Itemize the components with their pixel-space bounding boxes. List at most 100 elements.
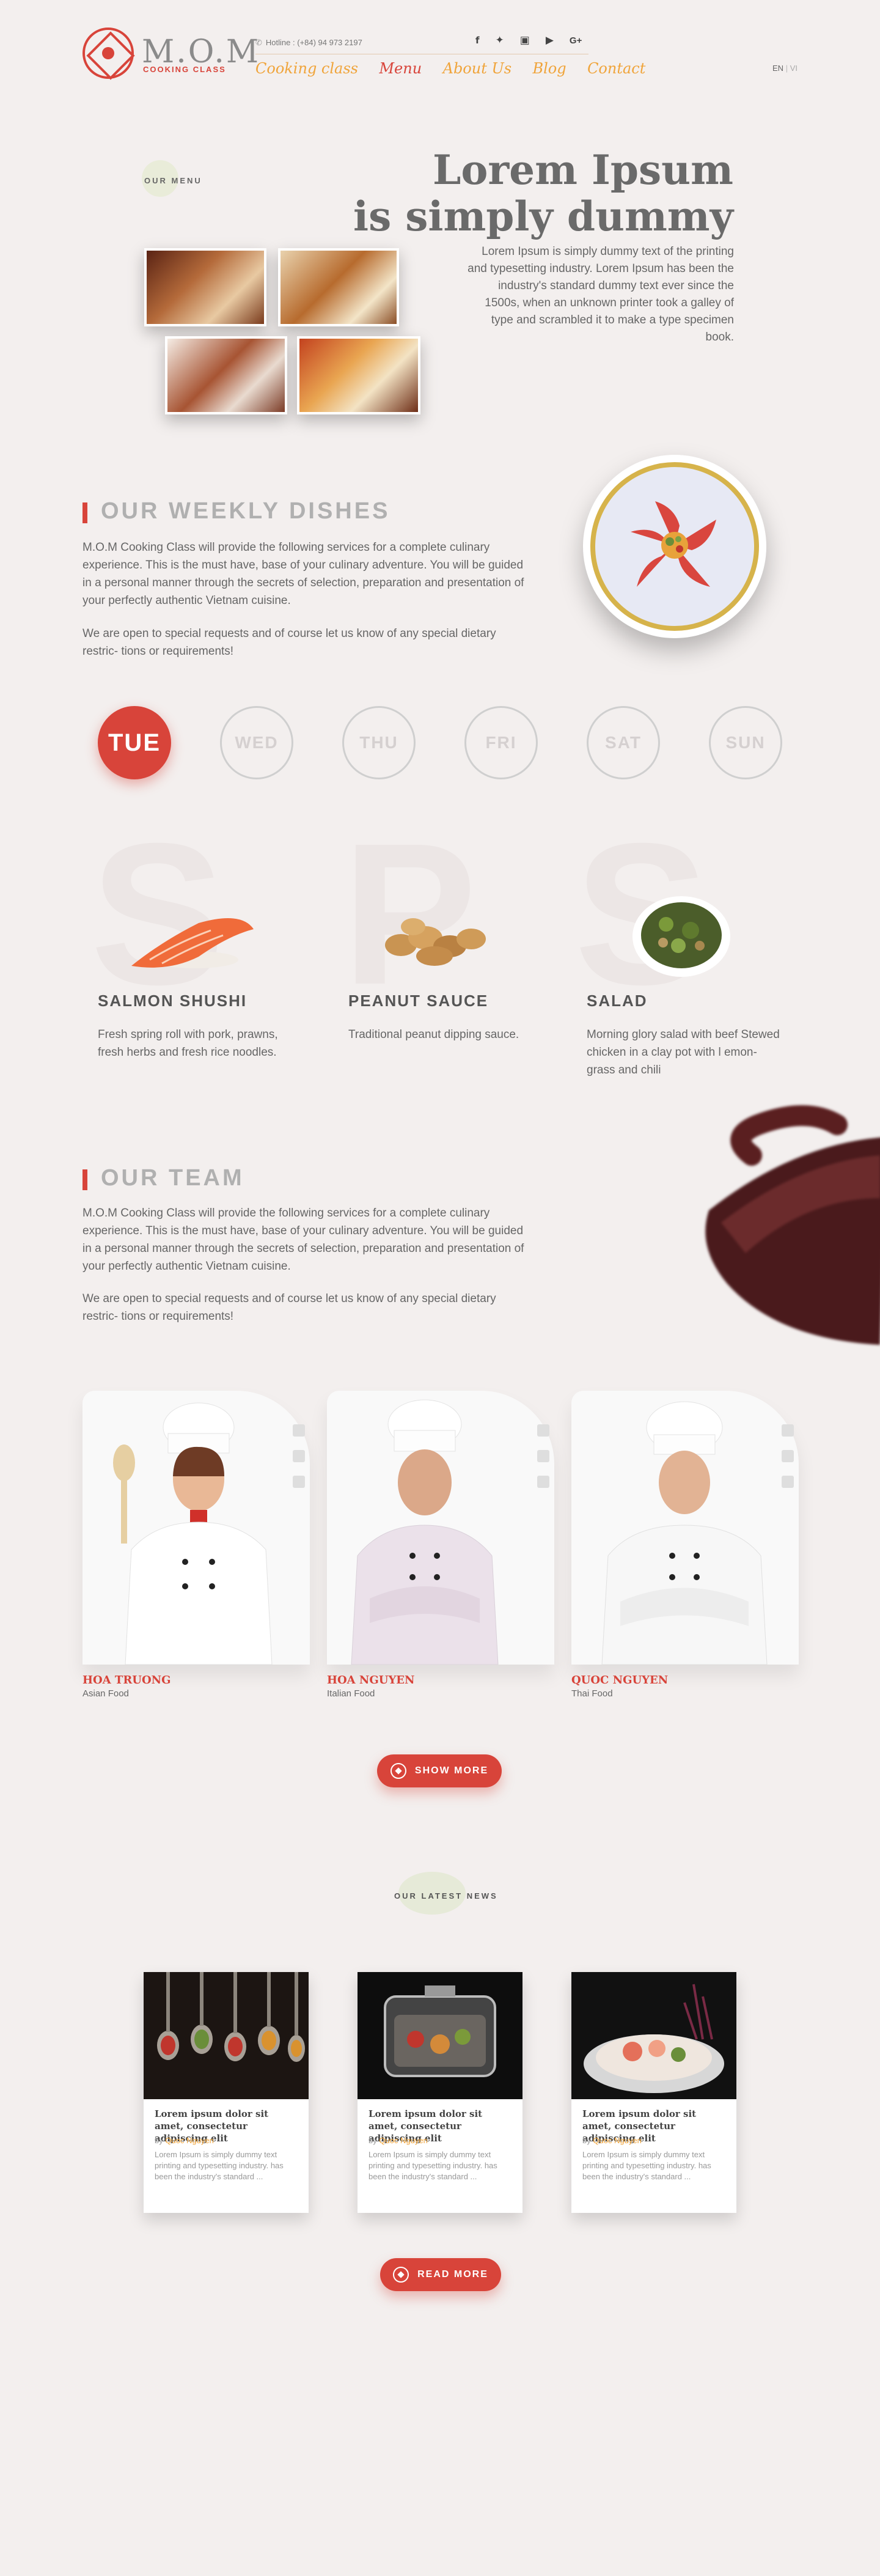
youtube-icon[interactable]: ▶	[546, 34, 554, 46]
weekly-dishes-title: OUR WEEKLY DISHES	[101, 498, 391, 524]
show-more-button[interactable]: SHOW MORE	[377, 1754, 502, 1787]
chef-3-instagram-icon[interactable]	[782, 1476, 794, 1488]
featured-dish-image	[631, 501, 716, 587]
dish-3-desc: Morning glory salad with beef Stewed chi…	[587, 1028, 780, 1076]
news-3-image	[571, 1972, 736, 2099]
news-1-byline: by Quoc Nguyen	[155, 2136, 214, 2145]
facebook-icon[interactable]: f	[475, 35, 480, 46]
news-1-excerpt: Lorem Ipsum is simply dummy text printin…	[155, 2150, 284, 2181]
chef-1-role: Asian Food	[82, 1688, 129, 1699]
google-plus-icon[interactable]: G+	[570, 35, 582, 46]
news-1-author[interactable]: Quoc Nguyen	[165, 2136, 214, 2145]
team-title: OUR TEAM	[101, 1165, 244, 1191]
nav-contact[interactable]: Contact	[587, 60, 645, 77]
menu-photo-2[interactable]	[278, 248, 399, 326]
menu-photo-1[interactable]	[144, 248, 266, 326]
dish-1-name: SALMON SHUSHI	[98, 992, 248, 1010]
chef-1-instagram-icon[interactable]	[293, 1476, 305, 1488]
chef-2-twitter-icon[interactable]	[537, 1450, 549, 1462]
chef-2-name: HOA NGUYEN	[327, 1674, 415, 1687]
chef-3-facebook-icon[interactable]	[782, 1424, 794, 1437]
nav-about-us[interactable]: About Us	[443, 60, 512, 77]
section-marker	[82, 502, 87, 523]
nav-menu[interactable]: Menu	[379, 60, 422, 77]
day-thu[interactable]: THU	[342, 706, 416, 779]
coffee-cup-decoration	[705, 1105, 880, 1345]
chef-1-photo	[113, 1402, 273, 1665]
twitter-icon[interactable]: ✦	[496, 34, 504, 46]
dish-2-desc: Traditional peanut dipping sauce.	[348, 1028, 519, 1041]
read-more-button[interactable]: READ MORE	[380, 2258, 501, 2291]
social-links: f ✦ ▣ ▶ G+	[475, 34, 598, 46]
news-2-by: by	[369, 2136, 377, 2145]
day-fri[interactable]: FRI	[464, 706, 538, 779]
news-3-author[interactable]: Quoc Nguyen	[593, 2136, 642, 2145]
news-3-by: by	[582, 2136, 591, 2145]
nav-cooking-class[interactable]: Cooking class	[255, 60, 358, 77]
day-wed[interactable]: WED	[220, 706, 293, 779]
chef-2-instagram-icon[interactable]	[537, 1476, 549, 1488]
section-label-our-menu: OUR MENU	[144, 176, 202, 185]
chef-3-role: Thai Food	[571, 1688, 613, 1699]
chef-3-photo	[601, 1401, 768, 1665]
brand-tagline: COOKING CLASS	[143, 65, 226, 74]
chef-2-photo	[351, 1399, 499, 1665]
language-switcher: EN | VI	[772, 64, 798, 73]
news-2-image	[358, 1972, 522, 2099]
news-2-excerpt: Lorem Ipsum is simply dummy text printin…	[369, 2150, 497, 2181]
peanut-sauce-image	[385, 918, 486, 966]
news-2-author[interactable]: Quoc Nguyen	[379, 2136, 428, 2145]
weekly-dishes-intro: M.O.M Cooking Class will provide the fol…	[82, 541, 524, 607]
lang-separator: |	[785, 64, 788, 73]
chef-1-name: HOA TRUONG	[82, 1674, 171, 1687]
chef-1-facebook-icon[interactable]	[293, 1424, 305, 1437]
phone-icon: ✆	[255, 38, 262, 47]
latest-news-title: OUR LATEST NEWS	[394, 1891, 498, 1901]
chef-3-name: QUOC NGUYEN	[571, 1674, 669, 1687]
chef-card-3[interactable]	[571, 1391, 799, 1665]
news-1-by: by	[155, 2136, 163, 2145]
news-card-2[interactable]: Lorem ipsum dolor sit amet, consectetur …	[358, 1972, 522, 2213]
lang-vi[interactable]: VI	[790, 64, 798, 73]
salad-image	[632, 896, 730, 977]
dish-3-name: SALAD	[587, 992, 648, 1010]
team-intro: M.O.M Cooking Class will provide the fol…	[82, 1207, 524, 1273]
salmon-sushi-image	[131, 918, 254, 968]
team-note: We are open to special requests and of c…	[82, 1292, 496, 1323]
day-sat[interactable]: SAT	[587, 706, 660, 779]
chef-2-facebook-icon[interactable]	[537, 1424, 549, 1437]
hero-title-line2: is simply dummy	[353, 193, 733, 240]
menu-photo-4[interactable]	[297, 336, 420, 414]
news-1-image	[144, 1972, 309, 2099]
chef-1-twitter-icon[interactable]	[293, 1450, 305, 1462]
main-nav: Cooking class Menu About Us Blog Contact	[255, 60, 664, 77]
menu-photo-3[interactable]	[165, 336, 287, 414]
news-card-3[interactable]: Lorem ipsum dolor sit amet, consectetur …	[571, 1972, 736, 2213]
show-more-label: SHOW MORE	[414, 1765, 489, 1776]
news-2-byline: by Quoc Nguyen	[369, 2136, 428, 2145]
day-sun[interactable]: SUN	[709, 706, 782, 779]
chef-card-2[interactable]	[327, 1391, 554, 1665]
news-card-1[interactable]: Lorem ipsum dolor sit amet, consectetur …	[144, 1972, 309, 2213]
news-3-excerpt: Lorem Ipsum is simply dummy text printin…	[582, 2150, 711, 2181]
section-marker	[82, 1169, 87, 1190]
news-3-byline: by Quoc Nguyen	[582, 2136, 642, 2145]
day-tue[interactable]: TUE	[98, 706, 171, 779]
chef-3-twitter-icon[interactable]	[782, 1450, 794, 1462]
lang-en[interactable]: EN	[772, 64, 783, 73]
hotline[interactable]: ✆ Hotline : (+84) 94 973 2197	[255, 38, 362, 48]
dish-2-name: PEANUT SAUCE	[348, 992, 489, 1010]
chef-2-role: Italian Food	[327, 1688, 375, 1699]
hotline-text: Hotline : (+84) 94 973 2197	[265, 38, 362, 47]
nav-blog[interactable]: Blog	[532, 60, 566, 77]
logo-badge-icon	[390, 1763, 406, 1779]
read-more-label: READ MORE	[417, 2269, 488, 2280]
logo-icon[interactable]	[82, 28, 134, 79]
hero-description: Lorem Ipsum is simply dummy text of the …	[468, 245, 734, 344]
dish-1-desc: Fresh spring roll with pork, prawns, fre…	[98, 1028, 278, 1059]
hero-title: Lorem Ipsum is simply dummy	[353, 147, 733, 240]
weekly-dishes-note: We are open to special requests and of c…	[82, 627, 496, 658]
chef-card-1[interactable]	[82, 1391, 310, 1665]
instagram-icon[interactable]: ▣	[520, 34, 530, 46]
logo-badge-icon	[393, 2267, 409, 2283]
